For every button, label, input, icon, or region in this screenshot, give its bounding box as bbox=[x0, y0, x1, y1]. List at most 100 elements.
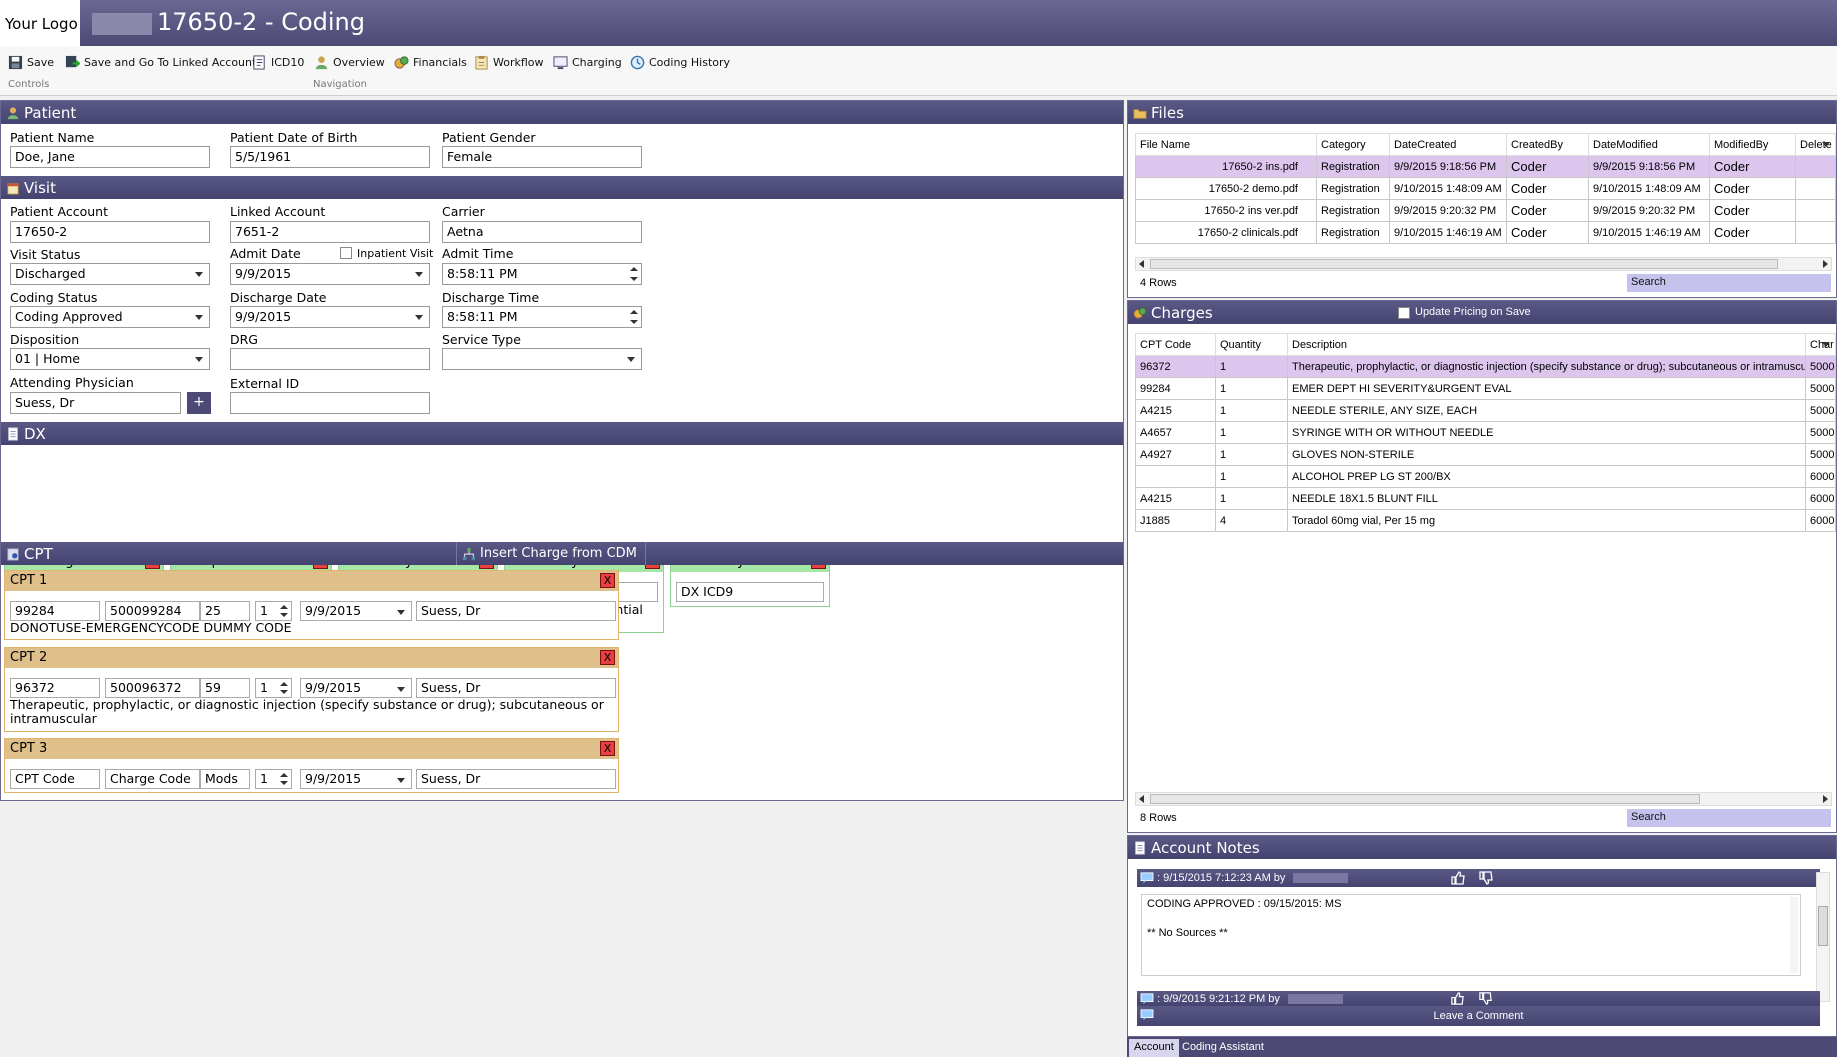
spin-down-icon[interactable] bbox=[280, 690, 288, 694]
column-header[interactable]: CreatedBy bbox=[1506, 133, 1589, 156]
patient-name-field[interactable]: Doe, Jane bbox=[10, 146, 210, 168]
insert-charge-button[interactable]: Insert Charge from CDM bbox=[456, 542, 646, 565]
charge-code-field[interactable]: 500099284 bbox=[105, 601, 200, 621]
account-notes-header[interactable]: Account Notes bbox=[1128, 836, 1836, 859]
spin-down-icon[interactable] bbox=[630, 320, 638, 324]
table-row[interactable]: J1885 4 Toradol 60mg vial, Per 15 mg 6000 bbox=[1135, 509, 1836, 532]
spin-down-icon[interactable] bbox=[630, 277, 638, 281]
spin-down-icon[interactable] bbox=[280, 781, 288, 785]
table-row[interactable]: 17650-2 ins ver.pdf Registration 9/9/2015 … bbox=[1135, 199, 1836, 222]
disposition-select[interactable]: 01 | Home bbox=[10, 348, 210, 370]
table-row[interactable]: 96372 1 Therapeutic, prophylactic, or diag… bbox=[1135, 355, 1836, 378]
leave-comment-button[interactable]: Leave a Comment bbox=[1137, 1006, 1820, 1026]
modifiers-field[interactable]: 25 bbox=[200, 601, 250, 621]
column-header[interactable]: File Name bbox=[1135, 133, 1317, 156]
charging-button[interactable]: Charging bbox=[553, 53, 622, 71]
coding-history-button[interactable]: Coding History bbox=[630, 53, 730, 71]
column-header[interactable]: Category bbox=[1316, 133, 1390, 156]
visit-status-select[interactable]: Discharged bbox=[10, 263, 210, 285]
cpt-physician-field[interactable]: Suess, Dr bbox=[416, 769, 616, 789]
charges-section-header[interactable]: Charges Update Pricing on Save bbox=[1128, 301, 1836, 324]
column-header[interactable]: DateModified bbox=[1588, 133, 1710, 156]
scroll-left-icon[interactable] bbox=[1139, 260, 1144, 268]
table-row[interactable]: A4927 1 GLOVES NON-STERILE 5000 bbox=[1135, 443, 1836, 466]
coding-status-select[interactable]: Coding Approved bbox=[10, 306, 210, 328]
table-row[interactable]: A4215 1 NEEDLE STERILE, ANY SIZE, EACH 5000 bbox=[1135, 399, 1836, 422]
scroll-thumb[interactable] bbox=[1818, 906, 1828, 946]
discharge-time-spinner[interactable]: 8:58:11 PM bbox=[442, 306, 642, 328]
spin-up-icon[interactable] bbox=[280, 773, 288, 777]
save-and-go-linked-button[interactable]: Save and Go To Linked Account bbox=[65, 53, 256, 71]
table-row[interactable]: A4657 1 SYRINGE WITH OR WITHOUT NEEDLE 5000 bbox=[1135, 421, 1836, 444]
attending-physician-field[interactable]: Suess, Dr bbox=[10, 392, 181, 414]
patient-dob-field[interactable]: 5/5/1961 bbox=[230, 146, 430, 168]
tab-account[interactable]: Account bbox=[1129, 1039, 1179, 1057]
remove-cpt-button[interactable]: X bbox=[600, 741, 615, 756]
thumbs-down-icon[interactable] bbox=[1478, 870, 1494, 886]
scroll-thumb[interactable] bbox=[1150, 259, 1778, 269]
quantity-stepper[interactable]: 1 bbox=[255, 678, 292, 698]
carrier-field[interactable]: Aetna bbox=[442, 221, 642, 243]
spin-up-icon[interactable] bbox=[280, 682, 288, 686]
table-row[interactable]: A4215 1 NEEDLE 18X1.5 BLUNT FILL 6000 bbox=[1135, 487, 1836, 510]
scroll-thumb[interactable] bbox=[1150, 794, 1700, 804]
quantity-stepper[interactable]: 1 bbox=[255, 601, 292, 621]
icd10-button[interactable]: ICD10 bbox=[252, 53, 304, 71]
thumbs-up-icon[interactable] bbox=[1450, 991, 1465, 1006]
add-physician-button[interactable]: + bbox=[187, 392, 211, 414]
workflow-button[interactable]: Workflow bbox=[474, 53, 544, 71]
cpt-physician-field[interactable]: Suess, Dr bbox=[416, 678, 616, 698]
external-id-field[interactable] bbox=[230, 392, 430, 414]
cpt-code-field[interactable]: CPT Code bbox=[10, 769, 100, 789]
table-row[interactable]: 99284 1 EMER DEPT HI SEVERITY&URGENT EVAL 5… bbox=[1135, 377, 1836, 400]
visit-section-header[interactable]: Visit bbox=[1, 176, 1123, 199]
table-row[interactable]: 17650-2 clinicals.pdf Registration 9/10/20… bbox=[1135, 221, 1836, 244]
service-date-select[interactable]: 9/9/2015 bbox=[300, 601, 412, 621]
scroll-right-icon[interactable] bbox=[1823, 795, 1828, 803]
scroll-left-icon[interactable] bbox=[1139, 795, 1144, 803]
drg-field[interactable] bbox=[230, 348, 430, 370]
dx-code-field[interactable]: DX ICD9 bbox=[676, 582, 824, 602]
column-header[interactable]: Char bbox=[1805, 333, 1836, 356]
inpatient-visit-checkbox[interactable] bbox=[340, 247, 352, 259]
spin-up-icon[interactable] bbox=[630, 310, 638, 314]
service-date-select[interactable]: 9/9/2015 bbox=[300, 678, 412, 698]
update-pricing-checkbox[interactable] bbox=[1398, 307, 1410, 319]
dx-section-header[interactable]: DX bbox=[1, 422, 1123, 445]
column-header[interactable]: Quantity bbox=[1215, 333, 1288, 356]
charge-code-field[interactable]: 500096372 bbox=[105, 678, 200, 698]
save-button[interactable]: Save bbox=[8, 53, 54, 71]
remove-cpt-button[interactable]: X bbox=[600, 650, 615, 665]
column-header[interactable]: DateCreated bbox=[1389, 133, 1507, 156]
discharge-date-select[interactable]: 9/9/2015 bbox=[230, 306, 430, 328]
spin-down-icon[interactable] bbox=[280, 613, 288, 617]
quantity-stepper[interactable]: 1 bbox=[255, 769, 292, 789]
remove-cpt-button[interactable]: X bbox=[600, 573, 615, 588]
cpt-section-header[interactable]: CPT Insert Charge from CDM bbox=[1, 542, 1123, 565]
column-header[interactable]: Description bbox=[1287, 333, 1806, 356]
files-search-input[interactable]: Search bbox=[1627, 274, 1831, 292]
cpt-code-field[interactable]: 99284 bbox=[10, 601, 100, 621]
table-row[interactable]: 17650-2 demo.pdf Registration 9/10/2015 1:… bbox=[1135, 177, 1836, 200]
table-row[interactable]: 1 ALCOHOL PREP LG ST 200/BX 6000 bbox=[1135, 465, 1836, 488]
patient-section-header[interactable]: Patient bbox=[1, 101, 1123, 124]
cpt-code-field[interactable]: 96372 bbox=[10, 678, 100, 698]
modifiers-field[interactable]: Mods bbox=[200, 769, 250, 789]
patient-account-field[interactable]: 17650-2 bbox=[10, 221, 210, 243]
modifiers-field[interactable]: 59 bbox=[200, 678, 250, 698]
admit-date-select[interactable]: 9/9/2015 bbox=[230, 263, 430, 285]
tab-coding-assistant[interactable]: Coding Assistant bbox=[1177, 1039, 1269, 1057]
charges-search-input[interactable]: Search bbox=[1627, 809, 1831, 827]
column-header[interactable]: CPT Code bbox=[1135, 333, 1216, 356]
column-header[interactable]: ModifiedBy bbox=[1709, 133, 1796, 156]
thumbs-down-icon[interactable] bbox=[1478, 991, 1493, 1006]
admit-time-spinner[interactable]: 8:58:11 PM bbox=[442, 263, 642, 285]
files-section-header[interactable]: Files bbox=[1128, 101, 1836, 124]
charge-code-field[interactable]: Charge Code bbox=[105, 769, 200, 789]
column-header[interactable]: Delete bbox=[1795, 133, 1836, 156]
spin-up-icon[interactable] bbox=[280, 605, 288, 609]
table-row[interactable]: 17650-2 ins.pdf Registration 9/9/2015 9:18… bbox=[1135, 155, 1836, 178]
scroll-right-icon[interactable] bbox=[1823, 260, 1828, 268]
cpt-physician-field[interactable]: Suess, Dr bbox=[416, 601, 616, 621]
thumbs-up-icon[interactable] bbox=[1450, 870, 1466, 886]
